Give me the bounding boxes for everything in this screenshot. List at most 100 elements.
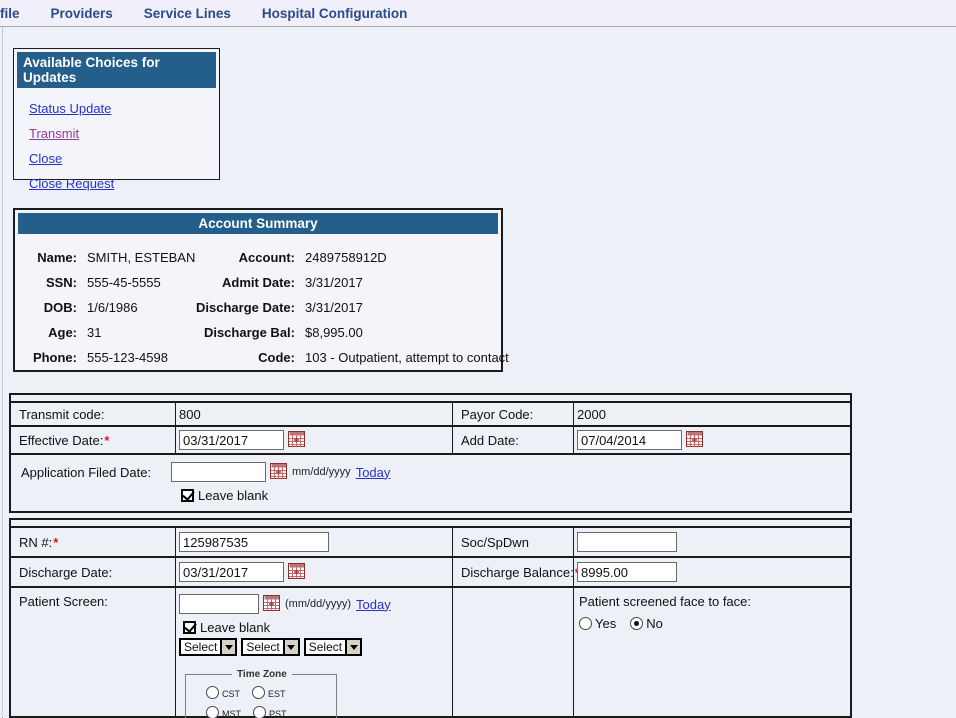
radio-yes[interactable]: [579, 617, 592, 630]
chevron-down-icon: [220, 640, 235, 654]
nav-item-providers[interactable]: Providers: [51, 6, 113, 21]
add-date-input[interactable]: [577, 430, 682, 450]
calendar-icon[interactable]: [263, 595, 280, 614]
phone-value: 555-123-4598: [87, 350, 167, 365]
face-to-face-label: Patient screened face to face:: [579, 594, 846, 609]
transmit-form-table: Transmit code: 800 Payor Code: 2000 Effe…: [9, 393, 852, 513]
timezone-fieldset: Time Zone CST EST MST PST: [185, 669, 337, 718]
nav-item-hospital-configuration[interactable]: Hospital Configuration: [262, 6, 408, 21]
application-filed-date-label: Application Filed Date:: [21, 465, 171, 480]
required-marker: *: [53, 535, 58, 550]
age-value: 31: [87, 325, 167, 340]
calendar-icon[interactable]: [686, 431, 703, 450]
admit-date-label: Admit Date:: [177, 275, 295, 290]
dob-label: DOB:: [21, 300, 77, 315]
available-choices-panel: Available Choices for Updates Status Upd…: [13, 48, 220, 180]
summary-row-name-account: Name: SMITH, ESTEBAN Account: 2489758912…: [21, 245, 501, 270]
chevron-down-icon: [283, 640, 298, 654]
cst-label: CST: [222, 689, 240, 699]
timezone-legend: Time Zone: [232, 669, 292, 680]
summary-row-age-discharge-bal: Age: 31 Discharge Bal: $8,995.00: [21, 320, 501, 345]
leave-blank-label: Leave blank: [200, 620, 270, 635]
top-nav: file Providers Service Lines Hospital Co…: [0, 0, 956, 27]
discharge-date-value: 3/31/2017: [305, 300, 501, 315]
page-content: Available Choices for Updates Status Upd…: [2, 27, 956, 718]
leave-blank-checkbox[interactable]: [181, 489, 194, 502]
patient-screen-label: Patient Screen:: [11, 588, 175, 718]
effective-date-input[interactable]: [179, 430, 284, 450]
summary-row-phone-code: Phone: 555-123-4598 Code: 103 - Outpatie…: [21, 345, 501, 370]
radio-est[interactable]: [252, 686, 265, 699]
required-marker: *: [104, 433, 109, 448]
admit-date-value: 3/31/2017: [305, 275, 501, 290]
phone-label: Phone:: [21, 350, 77, 365]
application-filed-date-input[interactable]: [171, 462, 266, 482]
screen-select-2[interactable]: Select: [241, 638, 299, 656]
code-value: 103 - Outpatient, attempt to contact: [305, 350, 509, 365]
summary-row-ssn-admit: SSN: 555-45-5555 Admit Date: 3/31/2017: [21, 270, 501, 295]
patient-form-table: RN #:* Soc/SpDwn Discharge Date: Dischar…: [9, 518, 852, 718]
account-label: Account:: [177, 250, 295, 265]
discharge-balance-input[interactable]: [577, 562, 677, 582]
date-format-hint: (mm/dd/yyyy): [285, 598, 351, 610]
soc-spdwn-input[interactable]: [577, 532, 677, 552]
account-summary-panel: Account Summary Name: SMITH, ESTEBAN Acc…: [13, 208, 503, 372]
application-filed-date-row: Application Filed Date: mm/dd/yyyy Today…: [11, 453, 850, 511]
discharge-row: Discharge Date: Discharge Balance:*: [11, 556, 850, 586]
radio-no[interactable]: [630, 617, 643, 630]
summary-row-dob-discharge-date: DOB: 1/6/1986 Discharge Date: 3/31/2017: [21, 295, 501, 320]
discharge-bal-label: Discharge Bal:: [177, 325, 295, 340]
available-choices-title: Available Choices for Updates: [17, 52, 216, 88]
today-link[interactable]: Today: [356, 597, 391, 612]
link-close[interactable]: Close: [29, 151, 219, 166]
account-value: 2489758912D: [305, 250, 501, 265]
link-transmit[interactable]: Transmit: [29, 126, 219, 141]
soc-spdwn-label: Soc/SpDwn: [452, 528, 573, 556]
account-summary-title: Account Summary: [18, 213, 498, 234]
link-status-update[interactable]: Status Update: [29, 101, 219, 116]
discharge-date-field-label: Discharge Date:: [11, 558, 175, 586]
leave-blank-checkbox[interactable]: [183, 621, 196, 634]
no-label: No: [646, 616, 663, 631]
est-label: EST: [268, 689, 286, 699]
chevron-down-icon: [345, 640, 360, 654]
date-format-hint: mm/dd/yyyy: [292, 466, 351, 478]
calendar-icon[interactable]: [288, 431, 305, 450]
patient-screen-date-input[interactable]: [179, 594, 259, 614]
screen-select-3[interactable]: Select: [304, 638, 362, 656]
nav-item-service-lines[interactable]: Service Lines: [144, 6, 231, 21]
screen-select-1[interactable]: Select: [179, 638, 237, 656]
effective-date-label: Effective Date:*: [11, 427, 175, 453]
age-label: Age:: [21, 325, 77, 340]
mst-label: MST: [222, 709, 241, 718]
yes-label: Yes: [595, 616, 616, 631]
empty-cell: [452, 588, 573, 718]
radio-mst[interactable]: [206, 706, 219, 718]
payor-code-label: Payor Code:: [452, 403, 573, 425]
rn-number-input[interactable]: [179, 532, 329, 552]
ssn-label: SSN:: [21, 275, 77, 290]
discharge-bal-value: $8,995.00: [305, 325, 501, 340]
calendar-icon[interactable]: [288, 563, 305, 582]
transmit-code-label: Transmit code:: [11, 403, 175, 425]
discharge-date-label: Discharge Date:: [177, 300, 295, 315]
effective-date-row: Effective Date:* Add Date:: [11, 425, 850, 453]
discharge-date-input[interactable]: [179, 562, 284, 582]
name-label: Name:: [21, 250, 77, 265]
name-value: SMITH, ESTEBAN: [87, 250, 167, 265]
pst-label: PST: [269, 709, 287, 718]
today-link[interactable]: Today: [356, 465, 391, 480]
calendar-icon[interactable]: [270, 463, 287, 482]
add-date-label: Add Date:: [452, 427, 573, 453]
radio-pst[interactable]: [253, 706, 266, 718]
code-label: Code:: [177, 350, 295, 365]
ssn-value: 555-45-5555: [87, 275, 167, 290]
nav-item-file[interactable]: file: [0, 6, 20, 21]
link-close-request[interactable]: Close Request: [29, 176, 219, 191]
transmit-code-value: 800: [175, 403, 452, 425]
leave-blank-label: Leave blank: [198, 488, 268, 503]
rn-row: RN #:* Soc/SpDwn: [11, 526, 850, 556]
available-choices-links: Status Update Transmit Close Close Reque…: [14, 91, 219, 191]
rn-number-label: RN #:*: [11, 528, 175, 556]
radio-cst[interactable]: [206, 686, 219, 699]
